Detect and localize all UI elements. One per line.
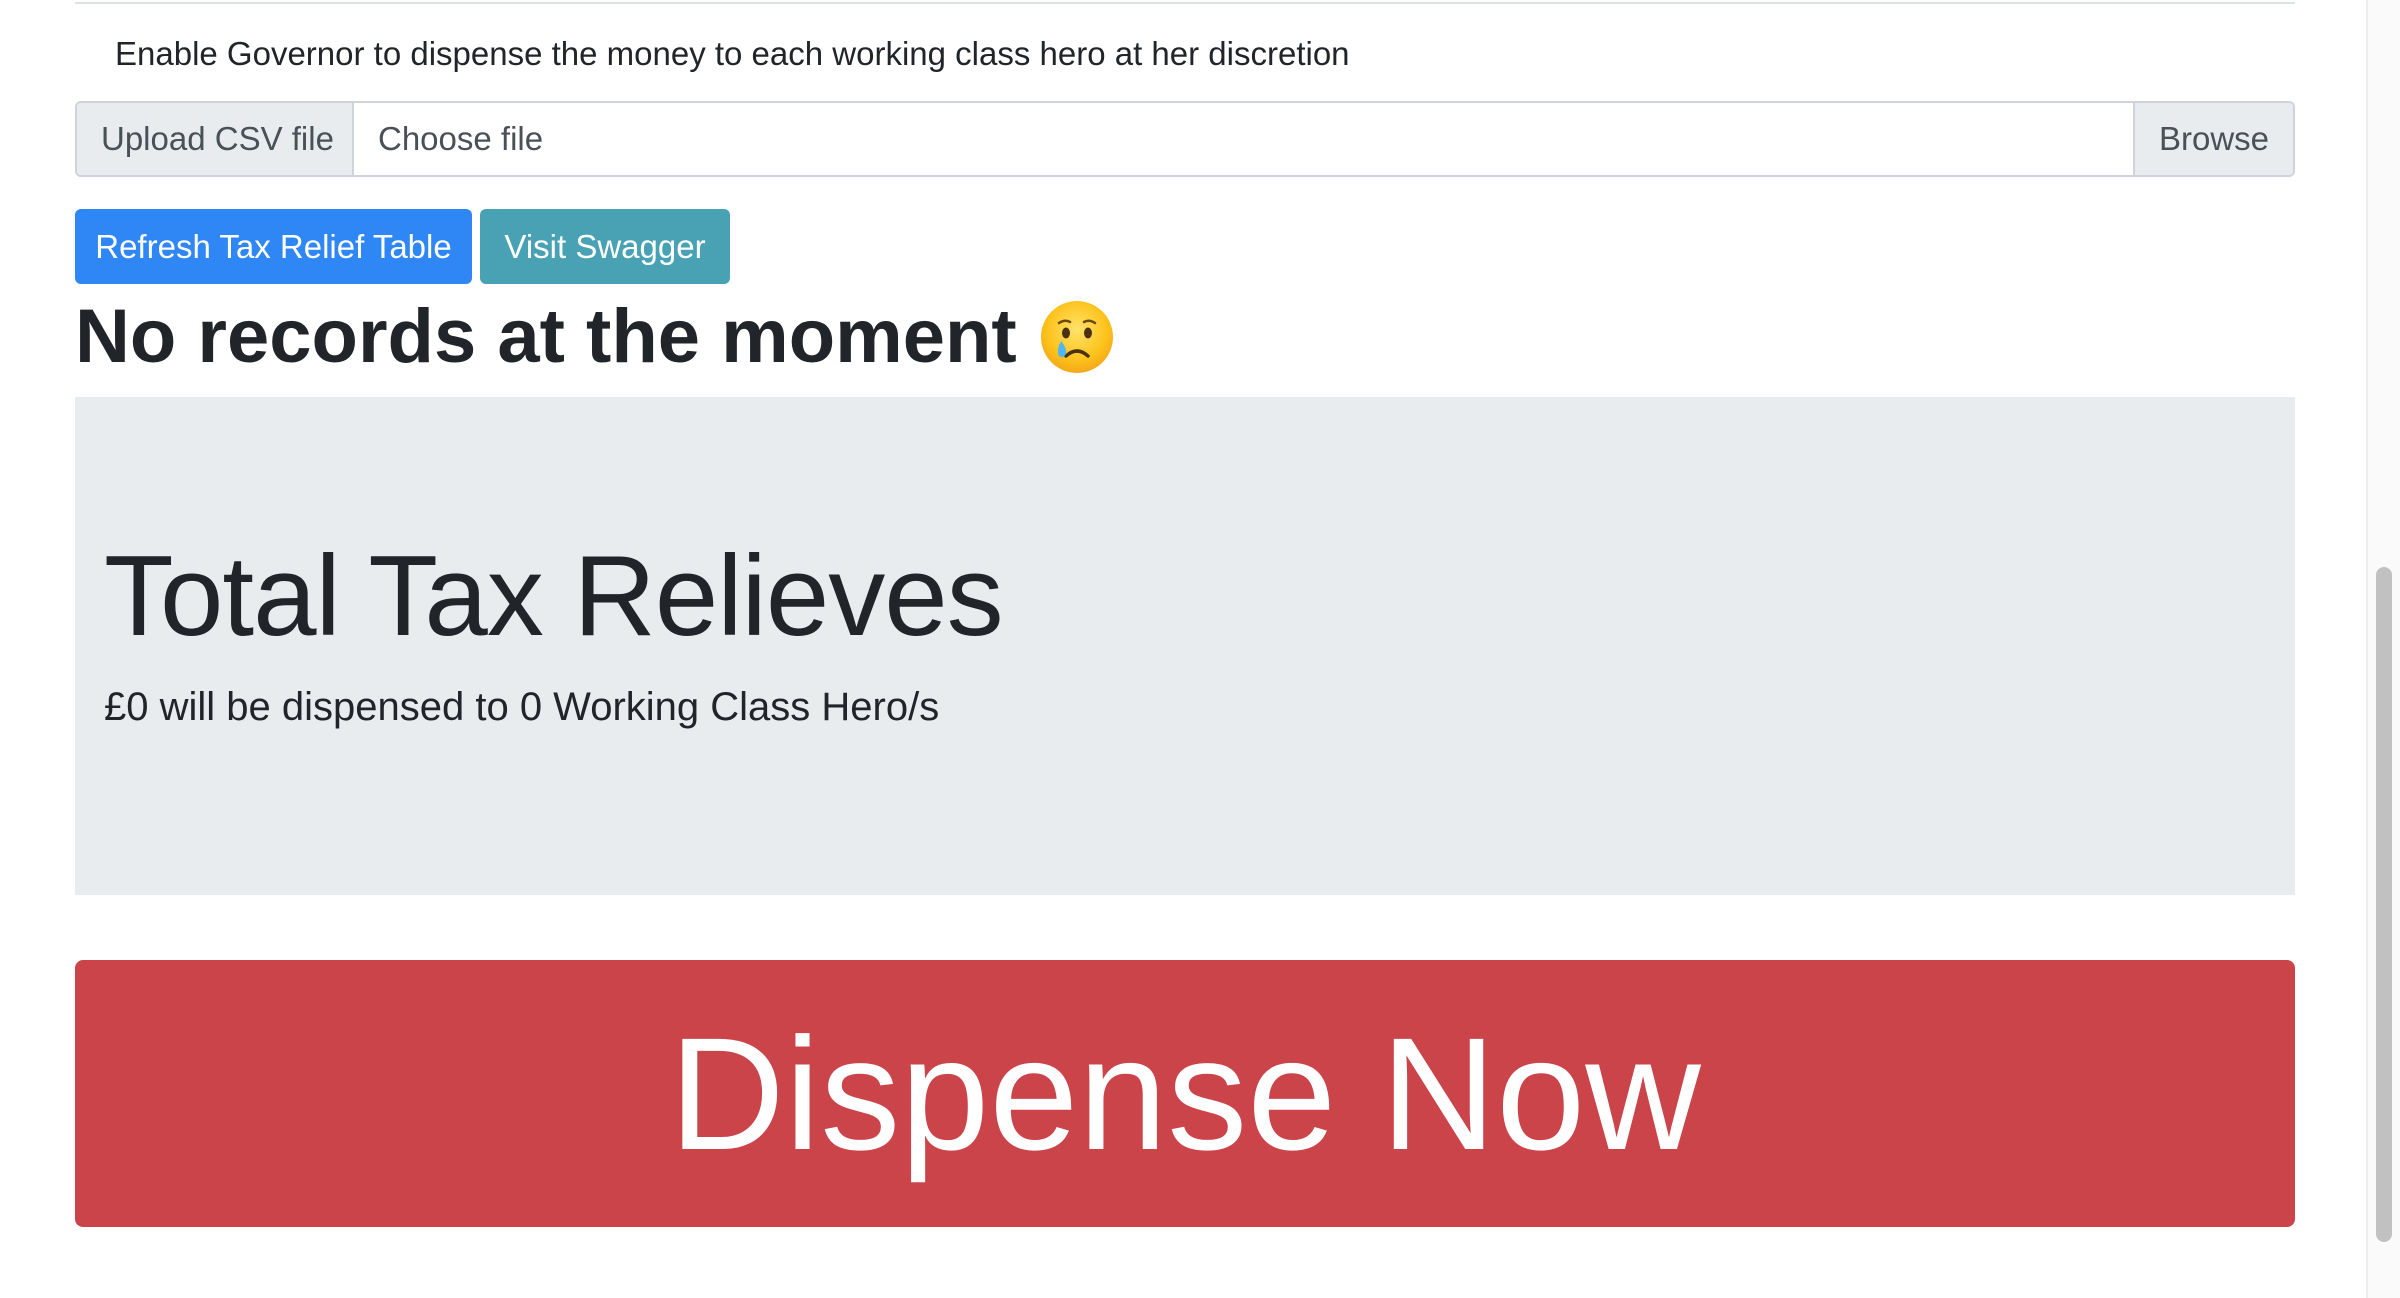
- total-tax-relieves-title: Total Tax Relieves: [104, 533, 1004, 660]
- dispense-now-button[interactable]: Dispense Now: [75, 960, 2295, 1227]
- refresh-tax-relief-table-button[interactable]: Refresh Tax Relief Table: [75, 209, 472, 284]
- upload-csv-label: Upload CSV file: [77, 103, 354, 175]
- browse-button[interactable]: Browse: [2133, 103, 2293, 175]
- total-tax-relief-panel: Total Tax Relieves £0 will be dispensed …: [75, 397, 2295, 895]
- no-records-heading: No records at the moment: [75, 287, 1115, 387]
- file-input[interactable]: Choose file: [354, 103, 2133, 175]
- governor-note: Enable Governor to dispense the money to…: [115, 35, 1350, 72]
- crying-face-icon: [1039, 299, 1115, 375]
- visit-swagger-button[interactable]: Visit Swagger: [480, 209, 730, 284]
- csv-upload-group: Upload CSV file Choose file Browse: [75, 101, 2295, 177]
- divider: [75, 2, 2295, 4]
- scrollbar-thumb[interactable]: [2376, 567, 2392, 1242]
- vertical-scrollbar[interactable]: [2366, 0, 2400, 1298]
- no-records-text: No records at the moment: [75, 294, 1017, 379]
- dispense-summary-text: £0 will be dispensed to 0 Working Class …: [104, 685, 940, 729]
- page: Enable Governor to dispense the money to…: [0, 0, 2400, 1298]
